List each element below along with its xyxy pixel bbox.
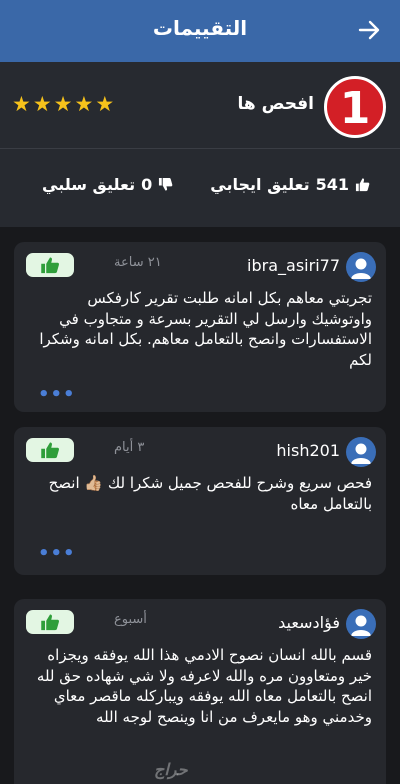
page-title: التقييمات: [152, 16, 248, 40]
divider: [0, 148, 400, 149]
review-card: hish201 ٣ أيام فحص سريع وشرح للفحص جميل …: [14, 427, 386, 575]
avatar[interactable]: [346, 437, 376, 467]
review-time: ٣ أيام: [114, 440, 145, 455]
arrow-right-icon[interactable]: [356, 17, 382, 43]
top-bar: التقييمات: [0, 0, 400, 62]
review-text: تجربتي معاهم بكل امانه طلبت تقرير كارفكس…: [39, 289, 372, 369]
thumbs-up-icon: [41, 257, 59, 274]
positive-comments-count[interactable]: 541 تعليق ايجابي: [210, 175, 370, 194]
star-icon: ★: [32, 92, 52, 116]
more-options-button[interactable]: •••: [38, 384, 76, 405]
star-icon: ★: [95, 92, 115, 116]
reviews-list[interactable]: ibra_asiri77 ٢١ ساعة تجربتي معاهم بكل ام…: [0, 227, 400, 784]
review-username[interactable]: hish201: [276, 441, 340, 460]
watermark: حراج: [154, 760, 188, 779]
review-card: ibra_asiri77 ٢١ ساعة تجربتي معاهم بكل ام…: [14, 242, 386, 412]
negative-label: تعليق سلبي: [42, 175, 136, 194]
user-avatar-icon: [351, 615, 371, 636]
seller-name: افحص ها: [237, 94, 315, 114]
star-icon: ★: [74, 92, 94, 116]
thumbs-down-icon: [159, 177, 173, 191]
negative-comments-count[interactable]: 0 تعليق سلبي: [42, 175, 173, 194]
user-avatar-icon: [351, 443, 371, 464]
user-avatar-icon: [351, 258, 371, 279]
avatar[interactable]: [346, 609, 376, 639]
review-text: فحص سريع وشرح للفحص جميل شكرا لك 👍🏼 انصح…: [48, 474, 372, 513]
like-badge: [26, 438, 74, 462]
star-icon: ★: [12, 92, 31, 116]
review-text: قسم بالله انسان نصوح الادمي هذا الله يوف…: [36, 646, 372, 726]
more-options-button[interactable]: •••: [38, 543, 76, 564]
positive-label: تعليق ايجابي: [210, 175, 310, 194]
like-badge: [26, 253, 74, 277]
seller-summary: 1 افحص ها ★ ★ ★ ★ ★ 541 تعليق ايجابي 0 ت…: [0, 62, 400, 227]
avatar[interactable]: [346, 252, 376, 282]
thumbs-up-icon: [41, 614, 59, 631]
star-icon: ★: [53, 92, 73, 116]
review-username[interactable]: ibra_asiri77: [247, 256, 340, 275]
rating-stars: ★ ★ ★ ★ ★: [12, 92, 114, 116]
review-time: أسبوع: [114, 612, 147, 627]
thumbs-up-icon: [41, 442, 59, 459]
positive-count: 541: [315, 175, 349, 194]
logo-digit: 1: [339, 83, 371, 134]
like-badge: [26, 610, 74, 634]
review-time: ٢١ ساعة: [114, 255, 162, 270]
review-card: فؤادسعيد أسبوع قسم بالله انسان نصوح الاد…: [14, 599, 386, 784]
negative-count: 0: [141, 175, 153, 194]
seller-logo: 1: [324, 76, 386, 138]
thumbs-up-icon: [355, 178, 370, 192]
review-username[interactable]: فؤادسعيد: [278, 613, 340, 632]
